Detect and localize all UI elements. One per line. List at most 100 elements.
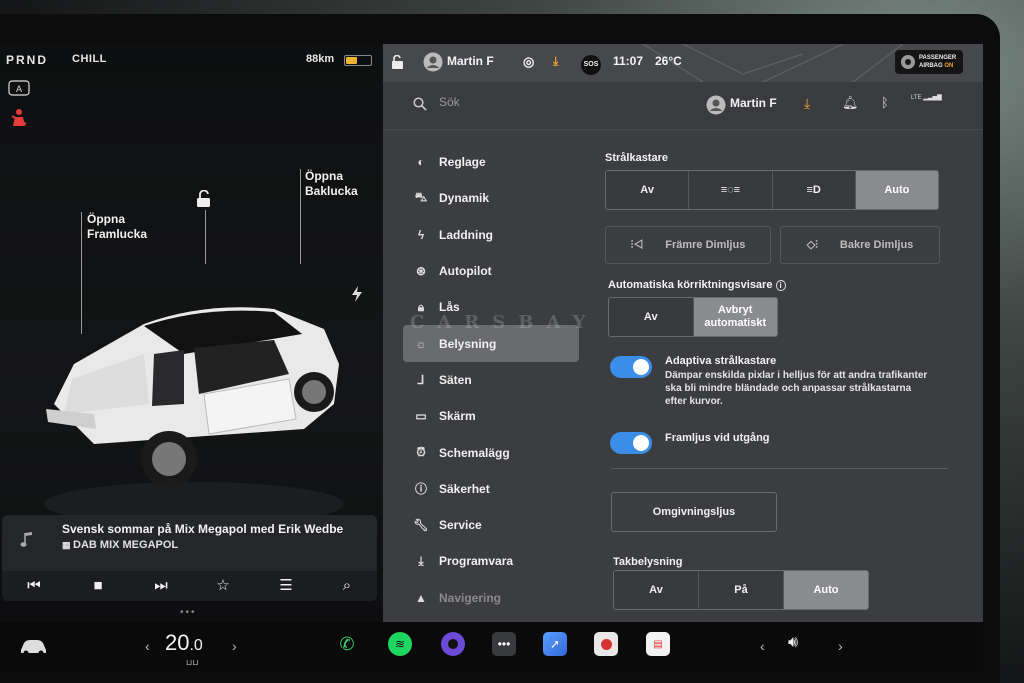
stop-button[interactable]: ■ xyxy=(86,575,110,597)
bell-icon[interactable]: 🔔︎ xyxy=(842,95,859,111)
headlights-option-2[interactable]: ≡D xyxy=(773,171,856,209)
ceiling-option-0[interactable]: Av xyxy=(614,571,699,609)
sidebar-item-label: Laddning xyxy=(439,227,493,242)
bottom-dock: ‹ 20.0 ⊔⊔ › ✆ ≋ ••• ➚ ▤ ‹ 🔊︎ › xyxy=(0,622,983,672)
rear-fog-button[interactable]: ◇⫶ Bakre Dimljus xyxy=(780,226,940,264)
media-search-icon[interactable]: ⌕ xyxy=(335,575,359,597)
search-input[interactable]: Sök xyxy=(439,95,460,109)
track-title: Svensk sommar på Mix Megapol med Erik We… xyxy=(62,522,344,536)
header-download-icon[interactable]: ⤓ xyxy=(804,95,810,112)
sidebar-item-6[interactable]: ⅃ Säten xyxy=(403,362,583,398)
seatbelt-warning-icon xyxy=(11,109,27,126)
next-track-button[interactable]: ⏭ xyxy=(149,575,173,597)
auto-headlight-icon: A xyxy=(8,80,30,96)
sidebar-item-7[interactable]: ▭ Skärm xyxy=(403,398,583,434)
previous-track-button[interactable]: ⏮ xyxy=(22,575,46,597)
settings-panel: Martin F ◎ ⤓ SOS 11:07 26°C PASSENGER AI… xyxy=(383,44,983,622)
volume-up-chevron-icon[interactable]: › xyxy=(838,638,843,664)
volume-icon[interactable]: 🔊︎ xyxy=(788,634,798,660)
temp-increase-chevron-icon[interactable]: › xyxy=(232,638,237,664)
ambient-light-button[interactable]: Omgivningsljus xyxy=(611,492,777,532)
rear-trunk-label[interactable]: Öppna Baklucka xyxy=(305,169,358,199)
camera-app-icon[interactable] xyxy=(441,632,465,656)
airbag-state: ON xyxy=(944,63,954,69)
airbag-line1: PASSENGER xyxy=(919,55,957,61)
sidebar-item-label: Schemalägg xyxy=(439,445,510,460)
equalizer-icon[interactable]: ☰ xyxy=(274,575,298,597)
sidebar-item-0[interactable]: ◐ Reglage xyxy=(403,144,583,180)
favorite-star-icon[interactable]: ☆ xyxy=(211,575,235,597)
sidebar-item-label: Säten xyxy=(439,372,472,387)
dashcam-lens-icon xyxy=(600,638,612,650)
toggle-icon: ◐ xyxy=(417,155,425,170)
ceiling-option-2[interactable]: Auto xyxy=(784,571,868,609)
volume-down-chevron-icon[interactable]: ‹ xyxy=(760,638,765,664)
status-user-name[interactable]: Martin F xyxy=(447,54,494,68)
station-name-text: DAB MIX MEGAPOL xyxy=(73,539,179,551)
header-user-name[interactable]: Martin F xyxy=(730,96,777,110)
car-icon[interactable] xyxy=(18,636,48,656)
bluetooth-icon[interactable]: ᛒ xyxy=(881,95,889,110)
header-avatar-icon[interactable] xyxy=(706,95,726,115)
search-header: Sök Martin F ⤓ 🔔︎ ᛒ LTE ▂▃▅▇ xyxy=(383,82,983,130)
sidebar-item-2[interactable]: ϟ Laddning xyxy=(403,217,583,253)
ceiling-option-1[interactable]: På xyxy=(699,571,784,609)
cabin-temperature[interactable]: 20.0 xyxy=(165,630,203,656)
exit-lights-title: Framljus vid utgång xyxy=(665,432,770,444)
headlights-segmented: Av ≡◌≡ ≡D Auto xyxy=(605,170,939,210)
info-icon[interactable]: i xyxy=(775,280,786,291)
search-icon xyxy=(413,97,427,111)
sidebar-item-11[interactable]: ⤓ Programvara xyxy=(403,543,583,579)
profile-avatar-icon[interactable] xyxy=(423,52,443,72)
car-icon: ⛍ xyxy=(414,190,428,205)
sidebar-item-label: Belysning xyxy=(439,336,497,351)
exit-lights-toggle[interactable] xyxy=(610,432,652,454)
auto_indicators-option-1[interactable]: Avbryt automatiskt xyxy=(693,298,777,336)
front-fog-label: Främre Dimljus xyxy=(665,239,746,251)
lock-open-icon[interactable] xyxy=(391,55,405,70)
ambient-light-label: Omgivningsljus xyxy=(652,506,736,518)
passenger-airbag-status: PASSENGER AIRBAG ON xyxy=(895,50,963,74)
sidebar-item-8[interactable]: ⏰︎ Schemalägg xyxy=(403,434,583,470)
media-player[interactable]: Svensk sommar på Mix Megapol med Erik We… xyxy=(2,515,377,601)
seat-icon: ⅃ xyxy=(417,372,425,387)
headlights-option-1[interactable]: ≡◌≡ xyxy=(689,171,773,209)
more-apps-icon[interactable]: ••• xyxy=(492,632,516,656)
front-fog-icon: ⫶◁ xyxy=(630,238,644,251)
adaptive-headlights-toggle[interactable] xyxy=(610,356,652,378)
wrench-icon: 🔧︎ xyxy=(413,518,429,533)
battery-level xyxy=(346,57,357,64)
sidebar-item-10[interactable]: 🔧︎ Service xyxy=(403,507,583,543)
sidebar-item-9[interactable]: ⓘ Säkerhet xyxy=(403,471,583,507)
sos-badge[interactable]: SOS xyxy=(581,55,601,75)
front-trunk-label[interactable]: Öppna Framlucka xyxy=(87,212,147,242)
front-trunk-label-l2: Framlucka xyxy=(87,227,148,241)
unlock-icon[interactable] xyxy=(195,190,213,208)
alarm-clock-icon: ⏰︎ xyxy=(416,445,426,460)
temp-decrease-chevron-icon[interactable]: ‹ xyxy=(145,638,150,664)
adaptive-headlights-title: Adaptiva strålkastare xyxy=(665,355,777,367)
drive-mode: CHILL xyxy=(72,53,107,65)
sidebar-item-label: Skärm xyxy=(439,409,476,424)
rear-trunk-label-l1: Öppna xyxy=(305,169,343,183)
settings-nav: ◐ Reglage ⛍ Dynamik ϟ Laddning ⊛ Autopilot 🔒︎ Lås… xyxy=(403,144,583,616)
phone-icon[interactable]: ✆ xyxy=(335,632,359,656)
headlights-option-0[interactable]: Av xyxy=(606,171,690,209)
front-trunk-label-l1: Öppna xyxy=(87,212,125,226)
navigation-app-icon[interactable]: ➚ xyxy=(543,632,567,656)
headlights-option-3[interactable]: Auto xyxy=(855,171,938,209)
svg-text:A: A xyxy=(16,84,22,94)
dashcam-icon[interactable] xyxy=(594,632,618,656)
sidebar-item-1[interactable]: ⛍ Dynamik xyxy=(403,180,583,216)
manual-icon[interactable]: ▤ xyxy=(646,632,670,656)
camera-lens-icon xyxy=(448,639,458,649)
download-icon[interactable]: ⤓ xyxy=(553,54,558,69)
spotify-icon[interactable]: ≋ xyxy=(388,632,412,656)
station-name: ▦ DAB MIX MEGAPOL xyxy=(62,539,178,551)
auto-indicators-segmented: Av Avbryt automatiskt xyxy=(608,297,778,337)
sidebar-item-12[interactable]: ▲ Navigering xyxy=(403,580,583,616)
sidebar-item-3[interactable]: ⊛ Autopilot xyxy=(403,253,583,289)
front-fog-button[interactable]: ⫶◁ Främre Dimljus xyxy=(605,226,771,264)
auto_indicators-option-0[interactable]: Av xyxy=(609,298,694,336)
sidebar-item-label: Säkerhet xyxy=(439,481,490,496)
